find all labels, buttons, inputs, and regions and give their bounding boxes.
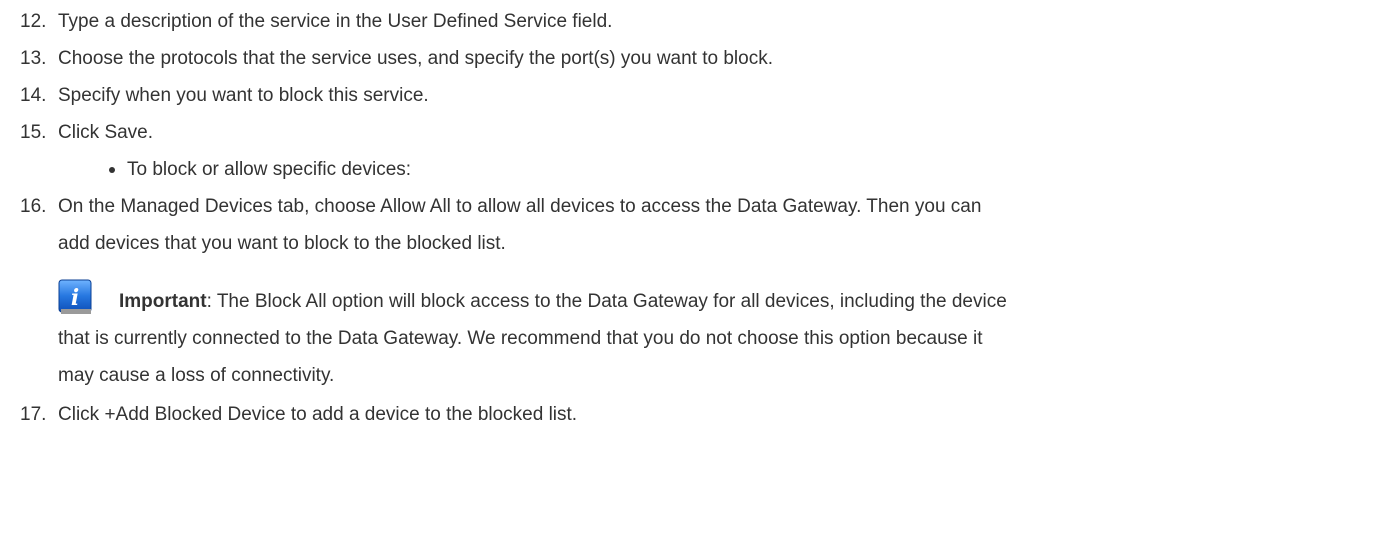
step-text-line-1: On the Managed Devices tab, choose Allow… (58, 196, 982, 217)
bullet-dot-icon (109, 167, 115, 173)
important-label: Important (119, 291, 207, 312)
step-text: Click Save. (58, 122, 154, 143)
step-text: Choose the protocols that the service us… (58, 48, 773, 69)
step-number: 16. (20, 196, 47, 217)
step-number: 14. (20, 85, 47, 106)
important-text: : The Block All option will block access… (206, 291, 1007, 312)
important-text-line-3: may cause a loss of connectivity. (58, 365, 335, 386)
step-number: 13. (20, 48, 47, 69)
document-body: 12. Type a description of the service in… (0, 0, 1396, 540)
step-number: 15. (20, 122, 47, 143)
svg-text:i: i (71, 285, 79, 311)
step-text: Type a description of the service in the… (58, 11, 613, 32)
step-number: 12. (20, 11, 47, 32)
step-text: Click +Add Blocked Device to add a devic… (58, 404, 578, 425)
step-text-line-2: add devices that you want to block to th… (58, 233, 506, 254)
important-text-line-2: that is currently connected to the Data … (58, 328, 983, 349)
bullet-text: To block or allow specific devices: (127, 159, 412, 180)
step-text: Specify when you want to block this serv… (58, 85, 429, 106)
info-icon: i (58, 279, 92, 314)
step-number: 17. (20, 404, 47, 425)
